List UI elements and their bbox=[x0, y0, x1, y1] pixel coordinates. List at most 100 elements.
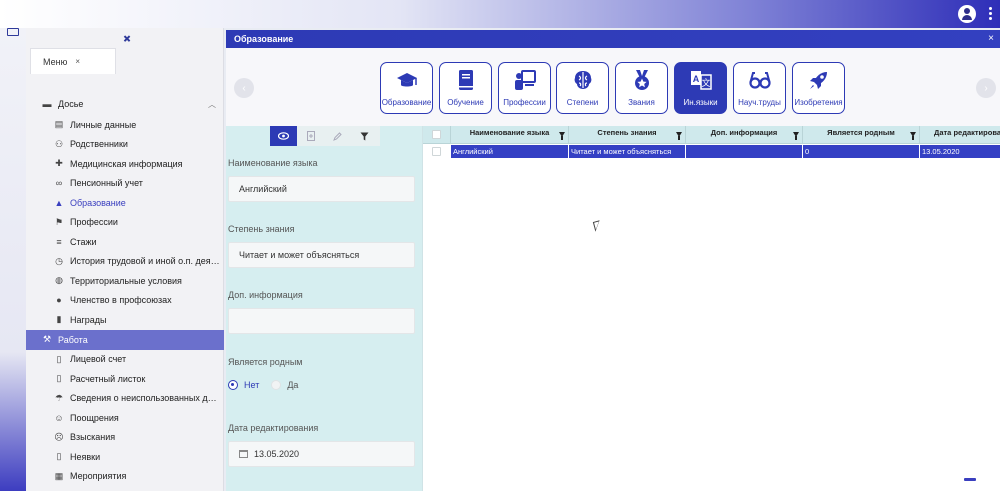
sidebar-item-label: Неявки bbox=[70, 451, 101, 462]
sidebar-group[interactable]: ⚒ Работа bbox=[26, 329, 224, 350]
sidebar-item[interactable]: ☺ Поощрения bbox=[30, 408, 224, 428]
sidebar-item[interactable]: ☂ Сведения о неиспользованных д… bbox=[30, 389, 224, 409]
panel-header: Образование × bbox=[226, 30, 1000, 48]
sidebar-item[interactable]: ▯ Неявки bbox=[30, 447, 224, 467]
sidebar-item-label: Стажи bbox=[70, 236, 97, 247]
glasses-icon: ∞ bbox=[55, 178, 63, 189]
sidebar-item-label: Территориальные условия bbox=[70, 275, 182, 286]
tab-medal[interactable]: Звания bbox=[615, 62, 668, 114]
table-row[interactable]: Английский Читает и может объясняться 0 … bbox=[423, 145, 1000, 158]
table-cell[interactable]: 13.05.2020 bbox=[920, 145, 1000, 158]
sidebar-item[interactable]: ▯ Расчетный листок bbox=[30, 369, 224, 389]
filter-icon bbox=[360, 132, 369, 140]
person-icon: ● bbox=[56, 295, 62, 306]
tab-glasses[interactable]: Науч.труды bbox=[733, 62, 786, 114]
filter-button[interactable] bbox=[351, 126, 378, 146]
pin-icon[interactable]: ✚ bbox=[119, 33, 133, 47]
tab-menu[interactable]: Меню × bbox=[30, 48, 116, 74]
table-cell[interactable]: 0 bbox=[803, 145, 920, 158]
edit-date-field[interactable]: 13.05.2020 bbox=[228, 441, 415, 467]
education-panel: Образование × ‹ Образование Обучение Профе… bbox=[226, 30, 1000, 491]
column-header[interactable]: Является родным bbox=[803, 126, 920, 144]
tab-translate[interactable]: A 文 Ин.языки bbox=[674, 62, 727, 114]
column-header[interactable]: Наименование языка bbox=[451, 126, 569, 144]
document-icon: ▯ bbox=[56, 353, 62, 364]
filter-icon[interactable] bbox=[793, 132, 799, 140]
sidebar-item[interactable]: ◷ История трудовой и иной о.п. дея… bbox=[30, 252, 224, 272]
user-avatar-icon[interactable] bbox=[958, 5, 976, 23]
id-card-icon[interactable] bbox=[7, 28, 19, 36]
history-icon: ◷ bbox=[55, 255, 63, 266]
sidebar-item-label: История трудовой и иной о.п. дея… bbox=[70, 256, 220, 267]
table-cell[interactable]: Читает и может объясняться bbox=[569, 145, 686, 158]
column-header[interactable]: Дата редактирования bbox=[920, 126, 1000, 144]
language-name-field[interactable]: Английский bbox=[228, 176, 415, 202]
sidebar-item[interactable]: ▯ Лицевой счет bbox=[30, 350, 224, 370]
document-icon: ▯ bbox=[56, 373, 62, 384]
sidebar-item[interactable]: ◍ Территориальные условия bbox=[30, 271, 224, 291]
work-icon: ⚒ bbox=[42, 334, 52, 344]
minimize-bar[interactable] bbox=[964, 478, 976, 481]
sidebar-item[interactable]: ▮ Награды bbox=[30, 310, 224, 330]
table-cell[interactable]: Английский bbox=[451, 145, 569, 158]
edit-date-label: Дата редактирования bbox=[228, 423, 319, 433]
tab-graduation-cap[interactable]: Образование bbox=[380, 62, 433, 114]
language-name-label: Наименование языка bbox=[228, 158, 318, 168]
column-header[interactable]: Степень знания bbox=[569, 126, 686, 144]
tab-rocket[interactable]: Изобретения bbox=[792, 62, 845, 114]
row-checkbox[interactable] bbox=[432, 147, 441, 156]
calendar-icon[interactable] bbox=[239, 450, 248, 458]
rocket-icon bbox=[809, 72, 827, 89]
chevron-right-icon[interactable]: › bbox=[976, 78, 996, 98]
sidebar-item[interactable]: ⚑ Профессии bbox=[30, 213, 224, 233]
view-button[interactable] bbox=[270, 126, 297, 146]
left-strip bbox=[0, 28, 26, 491]
select-all-checkbox-cell bbox=[423, 126, 451, 144]
tab-brain[interactable]: Степени bbox=[556, 62, 609, 114]
sidebar-item-label: Членство в профсоюзах bbox=[70, 295, 172, 306]
filter-icon[interactable] bbox=[910, 132, 916, 140]
sidebar-item[interactable]: ▤ Личные данные bbox=[30, 115, 224, 135]
edit-form: Наименование языка Английский Степень зн… bbox=[226, 126, 422, 491]
sidebar-group[interactable]: ▬ Досье ︿ bbox=[30, 94, 224, 114]
close-icon[interactable]: × bbox=[75, 57, 80, 66]
table-cell[interactable] bbox=[686, 145, 803, 158]
sidebar-item-label: Взыскания bbox=[70, 432, 116, 443]
tab-label: Звания bbox=[628, 98, 655, 107]
select-all-checkbox[interactable] bbox=[432, 130, 441, 139]
menu-tab-label: Меню bbox=[43, 56, 68, 67]
sidebar-item[interactable]: ☹ Взыскания bbox=[30, 428, 224, 448]
sidebar-item[interactable]: ✚ Медицинская информация bbox=[30, 154, 224, 174]
sidebar-item[interactable]: ● Членство в профсоюзах bbox=[30, 291, 224, 311]
column-header-label: Доп. информация bbox=[710, 128, 778, 137]
close-icon[interactable]: × bbox=[988, 33, 994, 44]
radio-yes[interactable] bbox=[271, 380, 282, 390]
add-button[interactable] bbox=[297, 126, 324, 146]
panel-title: Образование bbox=[234, 34, 294, 44]
sidebar-item[interactable]: ▲ Образование bbox=[30, 193, 224, 213]
sidebar-item[interactable]: ⚇ Родственники bbox=[30, 135, 224, 155]
chevron-left-icon[interactable]: ‹ bbox=[234, 78, 254, 98]
extra-info-field[interactable] bbox=[228, 308, 415, 334]
award-icon: ▮ bbox=[56, 314, 62, 325]
chevron-up-icon[interactable]: ︿ bbox=[208, 99, 216, 110]
svg-text:文: 文 bbox=[701, 77, 710, 88]
sidebar-item-label: Профессии bbox=[70, 217, 118, 228]
radio-no[interactable] bbox=[228, 380, 238, 390]
filter-icon[interactable] bbox=[559, 132, 565, 140]
id-card-icon: ▤ bbox=[54, 119, 64, 130]
tab-label: Профессии bbox=[503, 98, 546, 107]
sidebar-item[interactable]: ≡ Стажи bbox=[30, 232, 224, 252]
tab-presentation[interactable]: Профессии bbox=[498, 62, 551, 114]
knowledge-level-field[interactable]: Читает и может объясняться bbox=[228, 242, 415, 268]
column-header[interactable]: Доп. информация bbox=[686, 126, 803, 144]
filter-icon[interactable] bbox=[676, 132, 682, 140]
kebab-menu-icon[interactable] bbox=[989, 7, 993, 21]
sidebar-item[interactable]: ▦ Мероприятия bbox=[30, 467, 224, 487]
pencil-icon bbox=[333, 131, 342, 141]
book-icon bbox=[458, 70, 473, 90]
tab-book[interactable]: Обучение bbox=[439, 62, 492, 114]
sidebar-item[interactable]: ∞ Пенсионный учет bbox=[30, 174, 224, 194]
medal-icon bbox=[634, 70, 649, 90]
edit-button[interactable] bbox=[324, 126, 351, 146]
